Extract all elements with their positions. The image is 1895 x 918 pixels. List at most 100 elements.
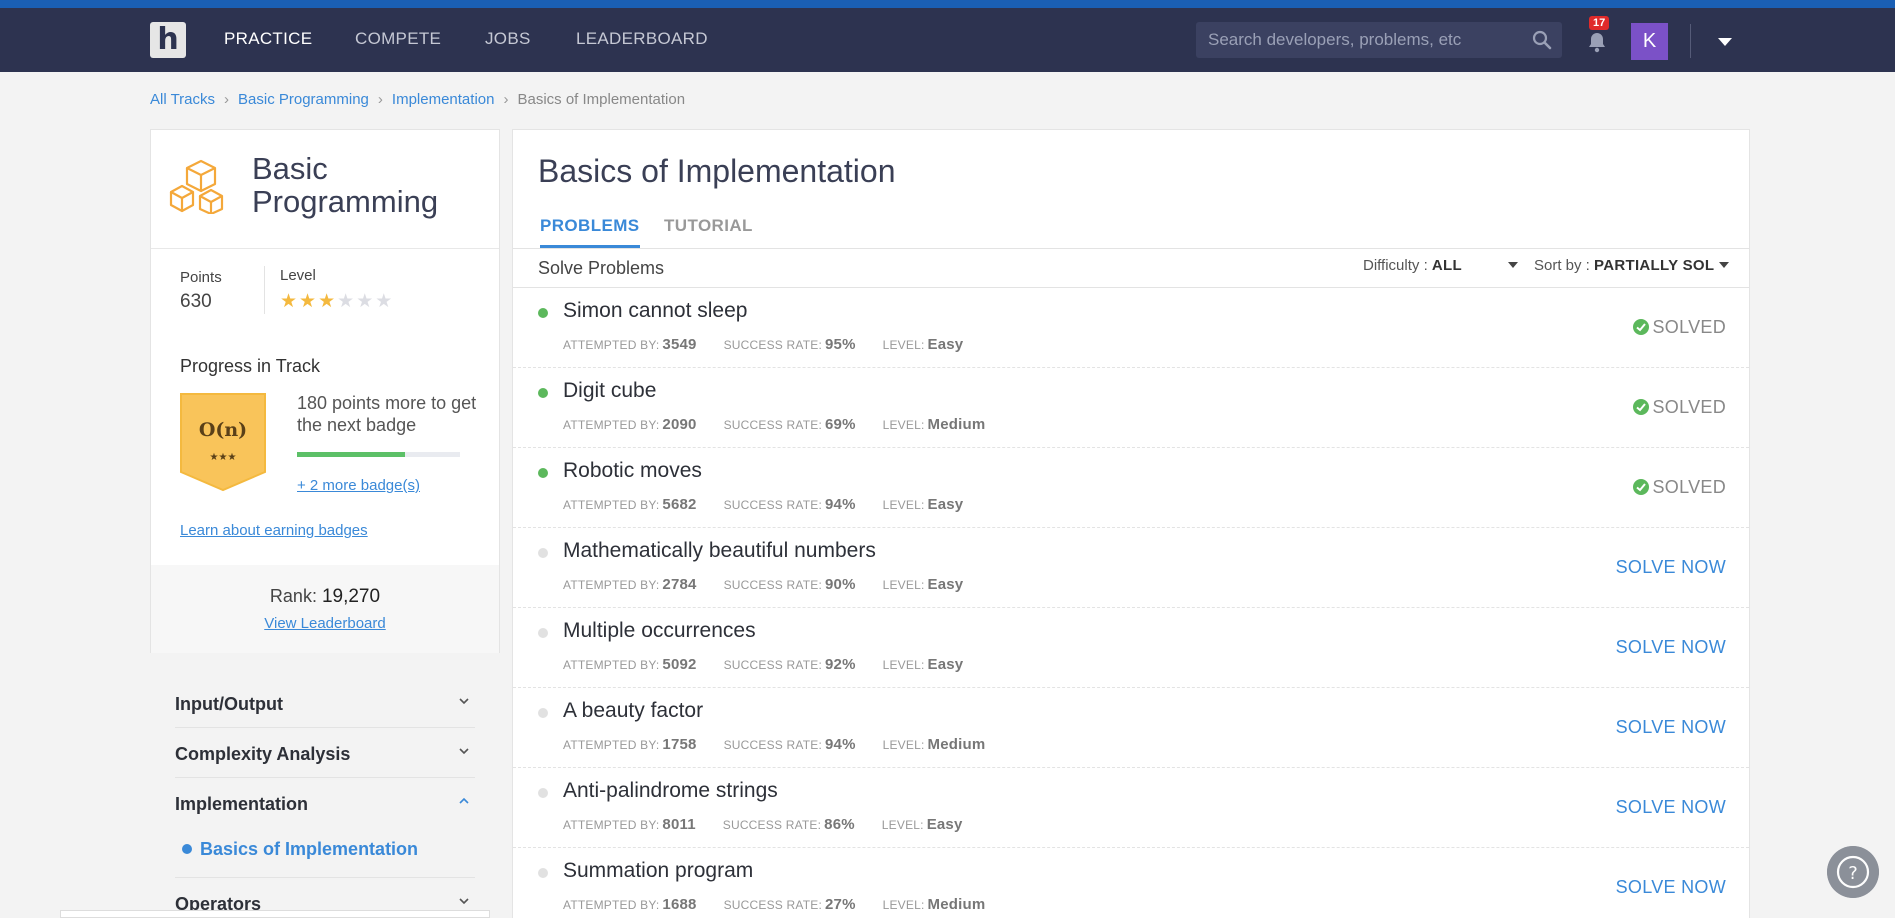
problem-row[interactable]: A beauty factor ATTEMPTED BY: 1758 SUCCESS … xyxy=(513,688,1749,768)
attempted-label: ATTEMPTED BY: xyxy=(563,818,660,832)
problem-title[interactable]: Summation program xyxy=(563,859,753,883)
status-dot-icon xyxy=(538,788,548,798)
search-input[interactable] xyxy=(1208,22,1528,58)
level-label: LEVEL: xyxy=(882,898,925,912)
star-filled-icon: ★ xyxy=(318,291,338,312)
attempted-value: 8011 xyxy=(662,816,696,833)
solve-now-button[interactable]: SOLVE NOW xyxy=(1616,797,1726,818)
bell-icon[interactable] xyxy=(1585,30,1609,54)
problem-title[interactable]: Multiple occurrences xyxy=(563,619,756,643)
problem-row[interactable]: Robotic moves ATTEMPTED BY: 5682 SUCCESS RA… xyxy=(513,448,1749,528)
problem-meta: ATTEMPTED BY: 5092 SUCCESS RATE: 92% LEVEL: E… xyxy=(563,656,963,673)
status-dot-icon xyxy=(538,308,548,318)
breadcrumb-implementation[interactable]: Implementation xyxy=(392,91,495,108)
help-button[interactable]: ? xyxy=(1827,846,1879,898)
success-label: SUCCESS RATE: xyxy=(723,898,822,912)
track-card: Basic Programming Points 630 Level ★★★★★… xyxy=(150,129,500,653)
sort-label: Sort by : xyxy=(1534,257,1595,274)
tab-tutorial[interactable]: TUTORIAL xyxy=(664,216,753,245)
attempted-value: 2090 xyxy=(662,416,697,433)
search-icon[interactable] xyxy=(1532,30,1552,50)
tab-problems[interactable]: PROBLEMS xyxy=(540,216,640,248)
account-menu-caret-icon[interactable] xyxy=(1718,38,1732,46)
nav-jobs[interactable]: JOBS xyxy=(485,29,531,49)
chevron-down-icon xyxy=(459,898,469,905)
problem-row[interactable]: Mathematically beautiful numbers ATTEMPTE… xyxy=(513,528,1749,608)
problems-panel: Basics of Implementation PROBLEMS TUTORI… xyxy=(512,129,1750,918)
sort-dropdown[interactable]: Sort by : PARTIALLY SOL xyxy=(1534,257,1729,274)
star-empty-icon: ★ xyxy=(337,291,357,312)
level-label: Level xyxy=(280,267,316,284)
success-value: 69% xyxy=(824,416,856,433)
level-label: LEVEL: xyxy=(882,418,925,432)
problem-meta: ATTEMPTED BY: 2784 SUCCESS RATE: 90% LEVEL: E… xyxy=(563,576,963,593)
level-value: Easy xyxy=(927,576,964,593)
solve-now-button[interactable]: SOLVE NOW xyxy=(1616,717,1726,738)
tabs-divider xyxy=(513,248,1749,249)
problem-list: Simon cannot sleep ATTEMPTED BY: 3549 SUCCE… xyxy=(513,288,1749,918)
topic-complexity-analysis[interactable]: Complexity Analysis xyxy=(175,728,475,778)
points-value: 630 xyxy=(180,291,212,312)
problem-title[interactable]: A beauty factor xyxy=(563,699,703,723)
problem-row[interactable]: Digit cube ATTEMPTED BY: 2090 SUCCESS RATE:… xyxy=(513,368,1749,448)
level-value: Easy xyxy=(927,496,964,513)
nav-compete[interactable]: COMPETE xyxy=(355,29,441,49)
problem-title[interactable]: Anti-palindrome strings xyxy=(563,779,778,803)
notification-count-badge: 17 xyxy=(1589,16,1610,30)
level-label: LEVEL: xyxy=(882,338,925,352)
problem-title[interactable]: Mathematically beautiful numbers xyxy=(563,539,876,563)
solved-status: SOLVED xyxy=(1632,317,1727,338)
level-label: LEVEL: xyxy=(881,818,924,832)
view-leaderboard-link[interactable]: View Leaderboard xyxy=(151,615,499,632)
bottom-edge-bar xyxy=(60,910,490,918)
problem-title[interactable]: Digit cube xyxy=(563,379,656,403)
level-label: LEVEL: xyxy=(882,738,925,752)
user-avatar[interactable]: K xyxy=(1631,23,1668,60)
badge-label: O(n) xyxy=(199,419,247,441)
breadcrumb-separator-icon: › xyxy=(224,91,230,108)
chevron-down-icon xyxy=(1718,262,1729,268)
star-empty-icon: ★ xyxy=(356,291,376,312)
topic-input-output[interactable]: Input/Output xyxy=(175,678,475,728)
solve-problems-label: Solve Problems xyxy=(538,258,665,278)
problem-row[interactable]: Anti-palindrome strings ATTEMPTED BY: 8011… xyxy=(513,768,1749,848)
rank-value: 19,270 xyxy=(321,586,381,607)
attempted-label: ATTEMPTED BY: xyxy=(563,338,660,352)
level-stars: ★★★★★★ xyxy=(280,290,394,313)
problem-row[interactable]: Multiple occurrences ATTEMPTED BY: 5092 SUC… xyxy=(513,608,1749,688)
success-value: 94% xyxy=(824,736,856,753)
problem-title[interactable]: Simon cannot sleep xyxy=(563,299,747,323)
breadcrumb: All Tracks › Basic Programming › Implementat… xyxy=(150,91,685,108)
difficulty-dropdown[interactable]: Difficulty : ALL xyxy=(1363,257,1518,274)
attempted-label: ATTEMPTED BY: xyxy=(563,418,660,432)
attempted-value: 5682 xyxy=(662,496,697,513)
success-value: 27% xyxy=(824,896,856,913)
status-dot-icon xyxy=(538,708,548,718)
search-box xyxy=(1196,22,1562,58)
status-dot-icon xyxy=(538,628,548,638)
problem-row[interactable]: Simon cannot sleep ATTEMPTED BY: 3549 SUCCE… xyxy=(513,288,1749,368)
success-label: SUCCESS RATE: xyxy=(723,498,822,512)
nav-leaderboard[interactable]: LEADERBOARD xyxy=(576,29,708,49)
solve-now-button[interactable]: SOLVE NOW xyxy=(1616,877,1726,898)
attempted-value: 3549 xyxy=(662,336,697,353)
more-badges-link[interactable]: + 2 more badge(s) xyxy=(297,477,420,494)
breadcrumb-all-tracks[interactable]: All Tracks xyxy=(150,91,215,108)
chevron-up-icon xyxy=(459,797,469,804)
difficulty-label: Difficulty : xyxy=(1363,257,1432,274)
success-label: SUCCESS RATE: xyxy=(723,578,822,592)
breadcrumb-basic-programming[interactable]: Basic Programming xyxy=(238,91,369,108)
problem-row[interactable]: Summation program ATTEMPTED BY: 1688 SUCCES… xyxy=(513,848,1749,918)
problem-title[interactable]: Robotic moves xyxy=(563,459,702,483)
solve-now-button[interactable]: SOLVE NOW xyxy=(1616,637,1726,658)
topic-implementation[interactable]: Implementation Basics of Implementation xyxy=(175,778,475,878)
solve-now-button[interactable]: SOLVE NOW xyxy=(1616,557,1726,578)
attempted-label: ATTEMPTED BY: xyxy=(563,738,660,752)
success-label: SUCCESS RATE: xyxy=(723,338,822,352)
nav-practice[interactable]: PRACTICE xyxy=(224,29,312,49)
subtopic-basics-of-implementation[interactable]: Basics of Implementation xyxy=(182,839,418,860)
learn-badges-link[interactable]: Learn about earning badges xyxy=(180,522,368,539)
status-dot-icon xyxy=(538,868,548,878)
hackerearth-logo[interactable]: h xyxy=(150,22,186,58)
active-dot-icon xyxy=(182,844,192,854)
